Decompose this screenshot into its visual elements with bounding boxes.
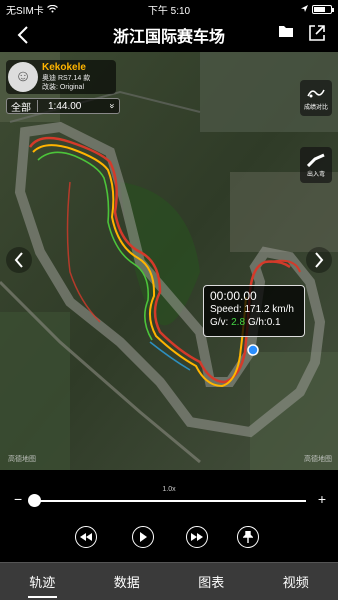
- playback-speed[interactable]: 1.0x: [0, 486, 338, 493]
- gv-value: 2.8: [231, 316, 246, 328]
- back-button[interactable]: [10, 22, 36, 48]
- share-icon[interactable]: [308, 24, 326, 42]
- track-map[interactable]: ☺ Kekokele 奥迪 RS7.14 款 改装: Original 全部 1…: [0, 52, 338, 470]
- compare-icon: [307, 89, 325, 97]
- rewind-button[interactable]: [75, 526, 97, 548]
- in-out-label: 出入弯: [306, 171, 325, 178]
- in-out-corner-button[interactable]: 出入弯: [300, 147, 332, 183]
- telemetry-hud: 00:00.00 Speed: 171.2 km/h G/v: 2.8 G/h:…: [203, 285, 305, 337]
- tab-video[interactable]: 视频: [254, 563, 338, 600]
- chevron-left-icon: [17, 26, 28, 44]
- slider-knob[interactable]: [28, 494, 41, 507]
- speed-value: 171.2 km/h: [244, 304, 294, 315]
- fast-forward-button[interactable]: [186, 526, 208, 548]
- chevron-left-icon: [14, 252, 23, 268]
- corner-icon: [307, 153, 325, 167]
- lap-time: 1:44.00: [48, 100, 82, 112]
- fast-forward-icon: [191, 533, 203, 541]
- minus-icon[interactable]: −: [14, 491, 22, 507]
- hud-time: 00:00.00: [210, 289, 257, 303]
- play-icon: [140, 532, 147, 542]
- carrier-label: 无SIM卡: [6, 5, 44, 17]
- playback-controls: [0, 526, 338, 550]
- playback-panel: 1.0x − +: [0, 470, 338, 562]
- driver-name: Kekokele: [42, 62, 86, 73]
- prev-lap-button[interactable]: [6, 247, 32, 273]
- page-title: 浙江国际赛车场: [112, 29, 225, 46]
- lap-scope: 全部: [11, 102, 31, 114]
- gh-value: 0.1: [266, 316, 281, 328]
- wifi-icon: [46, 5, 58, 13]
- chevron-right-icon: [315, 252, 324, 268]
- compare-label: 成绩对比: [303, 104, 328, 111]
- gh-label: G/h:: [247, 316, 267, 328]
- satellite-map: [0, 52, 338, 470]
- compare-button[interactable]: 成绩对比: [300, 80, 332, 116]
- status-bar: 无SIM卡 下午 5:10: [0, 0, 338, 18]
- plus-icon[interactable]: +: [318, 491, 326, 507]
- playback-slider[interactable]: − +: [14, 491, 326, 508]
- battery-icon: [312, 4, 334, 14]
- driver-card: ☺ Kekokele 奥迪 RS7.14 款 改装: Original: [6, 60, 116, 94]
- folder-icon[interactable]: [278, 24, 294, 38]
- nav-bar: 浙江国际赛车场: [0, 18, 338, 52]
- slider-track[interactable]: [34, 500, 306, 502]
- next-lap-button[interactable]: [306, 247, 332, 273]
- mod-status: 改装: Original: [42, 84, 85, 91]
- pin-icon: [243, 531, 253, 543]
- car-model: 奥迪 RS7.14 款: [42, 75, 91, 82]
- avatar: ☺: [8, 62, 38, 92]
- bottom-tab-bar: 轨迹 数据 图表 视频: [0, 562, 338, 600]
- location-icon: [301, 5, 308, 12]
- tab-chart[interactable]: 图表: [169, 563, 254, 600]
- rewind-icon: [80, 533, 92, 541]
- map-watermark-left: 高德地图: [8, 456, 36, 463]
- tab-data[interactable]: 数据: [85, 563, 170, 600]
- play-button[interactable]: [132, 526, 154, 548]
- map-watermark-right: 高德地图: [304, 456, 332, 463]
- lap-selector[interactable]: 全部 1:44.00 »: [6, 98, 120, 114]
- gv-label: G/v:: [210, 316, 229, 328]
- tab-track[interactable]: 轨迹: [0, 563, 85, 600]
- chevron-down-icon: »: [107, 103, 118, 109]
- speed-label: Speed:: [210, 304, 242, 315]
- pin-button[interactable]: [237, 526, 259, 548]
